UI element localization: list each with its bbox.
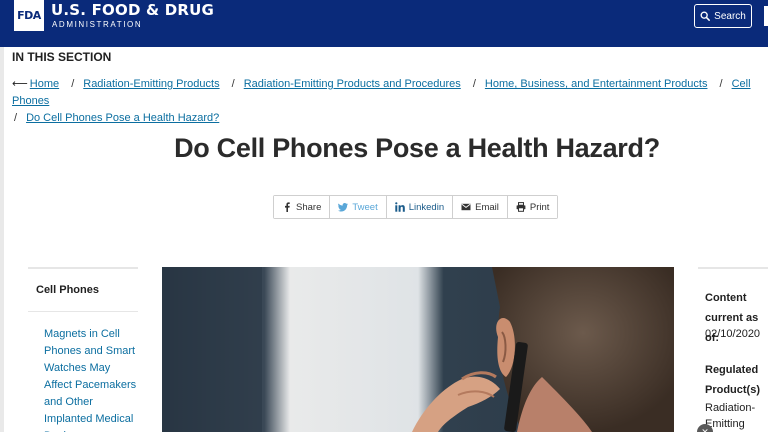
search-button-label: Search bbox=[714, 10, 746, 22]
breadcrumb-home[interactable]: Home bbox=[30, 78, 59, 90]
hero-image bbox=[162, 267, 674, 432]
breadcrumb-home-business-entertainment[interactable]: Home, Business, and Entertainment Produc… bbox=[485, 78, 708, 90]
content-current-date: 02/10/2020 bbox=[705, 328, 761, 340]
tweet-button[interactable]: Tweet bbox=[330, 196, 387, 218]
menu-button-edge[interactable] bbox=[764, 6, 768, 26]
sidebar-divider bbox=[28, 311, 138, 312]
sidebar-link-magnets[interactable]: Magnets in Cell Phones and Smart Watches… bbox=[44, 326, 140, 432]
breadcrumb-radiation-emitting-products[interactable]: Radiation-Emitting Products bbox=[83, 78, 219, 90]
meta-divider bbox=[698, 267, 768, 269]
linkedin-button[interactable]: Linkedin bbox=[386, 196, 454, 218]
fda-logo-text: FDA bbox=[17, 9, 41, 22]
linkedin-icon bbox=[394, 202, 405, 212]
search-button[interactable]: Search bbox=[694, 4, 752, 28]
breadcrumb-current-page[interactable]: Do Cell Phones Pose a Health Hazard? bbox=[26, 112, 219, 124]
breadcrumb-separator: / bbox=[719, 78, 723, 90]
share-toolbar: Share Tweet Linkedin Email Print bbox=[273, 195, 559, 219]
email-label: Email bbox=[475, 201, 499, 213]
breadcrumb-separator: / bbox=[472, 78, 476, 90]
share-button[interactable]: Share bbox=[274, 196, 331, 218]
agency-title[interactable]: U.S. FOOD & DRUG bbox=[51, 1, 214, 19]
print-label: Print bbox=[529, 201, 550, 213]
regulated-products-value: Radiation-Emitting Products bbox=[705, 402, 756, 430]
breadcrumb-separator: / bbox=[231, 78, 235, 90]
share-label: Share bbox=[296, 201, 322, 213]
fda-logo[interactable]: FDA bbox=[14, 0, 44, 31]
breadcrumb-separator: / bbox=[71, 78, 75, 90]
print-button[interactable]: Print bbox=[507, 196, 558, 218]
twitter-icon bbox=[338, 203, 349, 212]
regulated-products-label: Regulated Product(s) bbox=[705, 364, 760, 396]
agency-subtitle: ADMINISTRATION bbox=[52, 20, 143, 29]
back-arrow-icon: ⟵ bbox=[12, 78, 28, 90]
search-icon bbox=[700, 11, 711, 21]
breadcrumb: ⟵ Home / Radiation-Emitting Products / Radi… bbox=[12, 76, 752, 127]
section-label: IN THIS SECTION bbox=[12, 50, 112, 64]
page-title: Do Cell Phones Pose a Health Hazard? bbox=[174, 133, 660, 163]
sidebar-divider bbox=[28, 267, 138, 269]
email-button[interactable]: Email bbox=[453, 196, 508, 218]
sidebar-heading: Cell Phones bbox=[36, 284, 99, 296]
envelope-icon bbox=[461, 203, 471, 211]
linkedin-label: Linkedin bbox=[408, 201, 445, 213]
breadcrumb-separator: / bbox=[14, 112, 18, 124]
breadcrumb-products-and-procedures[interactable]: Radiation-Emitting Products and Procedur… bbox=[244, 78, 461, 90]
facebook-icon bbox=[285, 202, 290, 212]
page-left-border bbox=[0, 0, 4, 432]
tweet-label: Tweet bbox=[352, 201, 378, 213]
printer-icon bbox=[516, 202, 526, 212]
site-header: FDA U.S. FOOD & DRUG ADMINISTRATION Sear… bbox=[0, 0, 768, 47]
man-on-phone-photo bbox=[162, 267, 674, 432]
